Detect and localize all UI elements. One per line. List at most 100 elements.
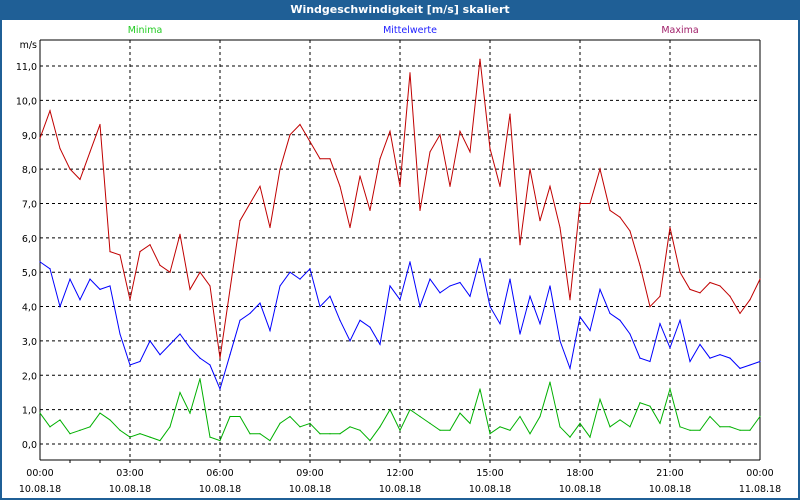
data-point-minima [189, 412, 191, 414]
data-point-minima [339, 433, 341, 435]
data-point-minima [439, 429, 441, 431]
data-point-mittelwerte [299, 278, 301, 280]
data-point-mittelwerte [759, 360, 761, 363]
x-tick-time: 00:00 [26, 468, 53, 479]
y-tick-label: 11,0 [16, 62, 37, 73]
data-point-minima [519, 415, 521, 418]
data-point-mittelwerte [179, 333, 181, 335]
data-point-maxima [449, 185, 451, 187]
data-point-mittelwerte [729, 357, 731, 359]
data-point-mittelwerte [619, 319, 621, 321]
data-point-mittelwerte [489, 305, 491, 308]
data-point-maxima [489, 147, 491, 150]
data-point-mittelwerte [519, 333, 521, 335]
window-title: Windgeschwindigkeit [m/s] skaliert [290, 3, 510, 16]
data-point-mittelwerte [309, 268, 311, 270]
data-point-mittelwerte [429, 278, 431, 280]
data-point-minima [209, 436, 211, 438]
data-point-minima [129, 436, 131, 438]
data-point-minima [449, 429, 451, 431]
data-point-minima [529, 433, 531, 435]
x-tick-date: 10.08.18 [109, 484, 151, 495]
data-point-maxima [609, 209, 611, 211]
data-point-mittelwerte [69, 278, 71, 280]
data-point-minima [759, 415, 761, 418]
data-point-maxima [519, 244, 521, 246]
data-point-mittelwerte [669, 347, 671, 349]
data-point-mittelwerte [239, 319, 241, 321]
data-point-maxima [389, 130, 391, 132]
y-tick-label: 2,0 [22, 371, 37, 382]
data-point-maxima [329, 158, 331, 160]
data-point-minima [459, 412, 461, 414]
data-point-mittelwerte [479, 257, 481, 260]
chart: 0,0 1,0 2,0 3,0 4,0 5,0 6,0 7,0 8,0 9,0 10,0 11,0 m/… [16, 25, 781, 495]
x-tick-time: 09:00 [296, 468, 323, 479]
data-point-mittelwerte [509, 278, 511, 280]
data-point-minima [139, 433, 141, 435]
x-tick-time: 18:00 [566, 468, 593, 479]
data-point-maxima [359, 175, 361, 177]
data-point-maxima [369, 209, 371, 211]
y-tick-label: 5,0 [22, 268, 37, 279]
data-point-mittelwerte [409, 261, 411, 263]
data-point-mittelwerte [689, 360, 691, 363]
data-point-mittelwerte [609, 312, 611, 315]
data-point-maxima [679, 271, 681, 273]
data-point-minima [79, 429, 81, 431]
data-point-maxima [479, 58, 481, 60]
data-point-mittelwerte [59, 305, 61, 308]
legend-maxima: Maxima [661, 25, 698, 36]
data-point-mittelwerte [719, 354, 721, 356]
data-point-maxima [49, 110, 51, 112]
data-point-maxima [639, 264, 641, 266]
data-point-minima [669, 388, 671, 390]
data-point-maxima [79, 178, 81, 181]
x-tick-date: 10.08.18 [19, 484, 61, 495]
data-point-maxima [289, 134, 291, 136]
data-point-minima [389, 409, 391, 411]
data-point-maxima [299, 123, 301, 126]
legend-mittelwerte: Mittelwerte [383, 25, 437, 36]
data-point-minima [649, 405, 651, 407]
data-point-minima [329, 433, 331, 435]
data-point-mittelwerte [469, 295, 471, 297]
data-point-maxima [439, 134, 441, 136]
data-point-mittelwerte [379, 343, 381, 345]
data-point-minima [309, 422, 311, 424]
data-point-mittelwerte [579, 316, 581, 318]
data-point-minima [269, 439, 271, 442]
data-point-minima [39, 412, 41, 414]
data-point-minima [319, 433, 321, 435]
data-point-maxima [59, 147, 61, 150]
data-point-mittelwerte [99, 288, 101, 290]
data-point-minima [619, 419, 621, 421]
data-point-mittelwerte [699, 343, 701, 345]
data-point-maxima [309, 141, 311, 143]
x-tick-time: 03:00 [116, 468, 143, 479]
data-point-maxima [409, 72, 411, 74]
y-tick-label: 3,0 [22, 337, 37, 348]
data-point-maxima [599, 168, 601, 170]
x-tick-time: 06:00 [206, 468, 233, 479]
data-point-maxima [239, 220, 241, 222]
data-point-mittelwerte [359, 319, 361, 321]
data-point-maxima [159, 264, 161, 266]
data-point-mittelwerte [639, 357, 641, 359]
data-point-mittelwerte [349, 340, 351, 342]
data-point-maxima [179, 233, 181, 236]
data-point-maxima [229, 288, 231, 290]
data-point-maxima [539, 220, 541, 222]
data-point-mittelwerte [329, 295, 331, 297]
data-point-maxima [629, 230, 631, 232]
data-point-mittelwerte [209, 364, 211, 366]
data-point-minima [379, 426, 381, 428]
data-point-maxima [209, 285, 211, 287]
data-point-minima [219, 439, 221, 442]
y-tick-label: 0,0 [22, 440, 37, 451]
data-point-mittelwerte [449, 285, 451, 287]
data-point-minima [69, 433, 71, 435]
data-point-maxima [649, 305, 651, 308]
data-point-minima [479, 388, 481, 390]
data-point-minima [229, 415, 231, 418]
